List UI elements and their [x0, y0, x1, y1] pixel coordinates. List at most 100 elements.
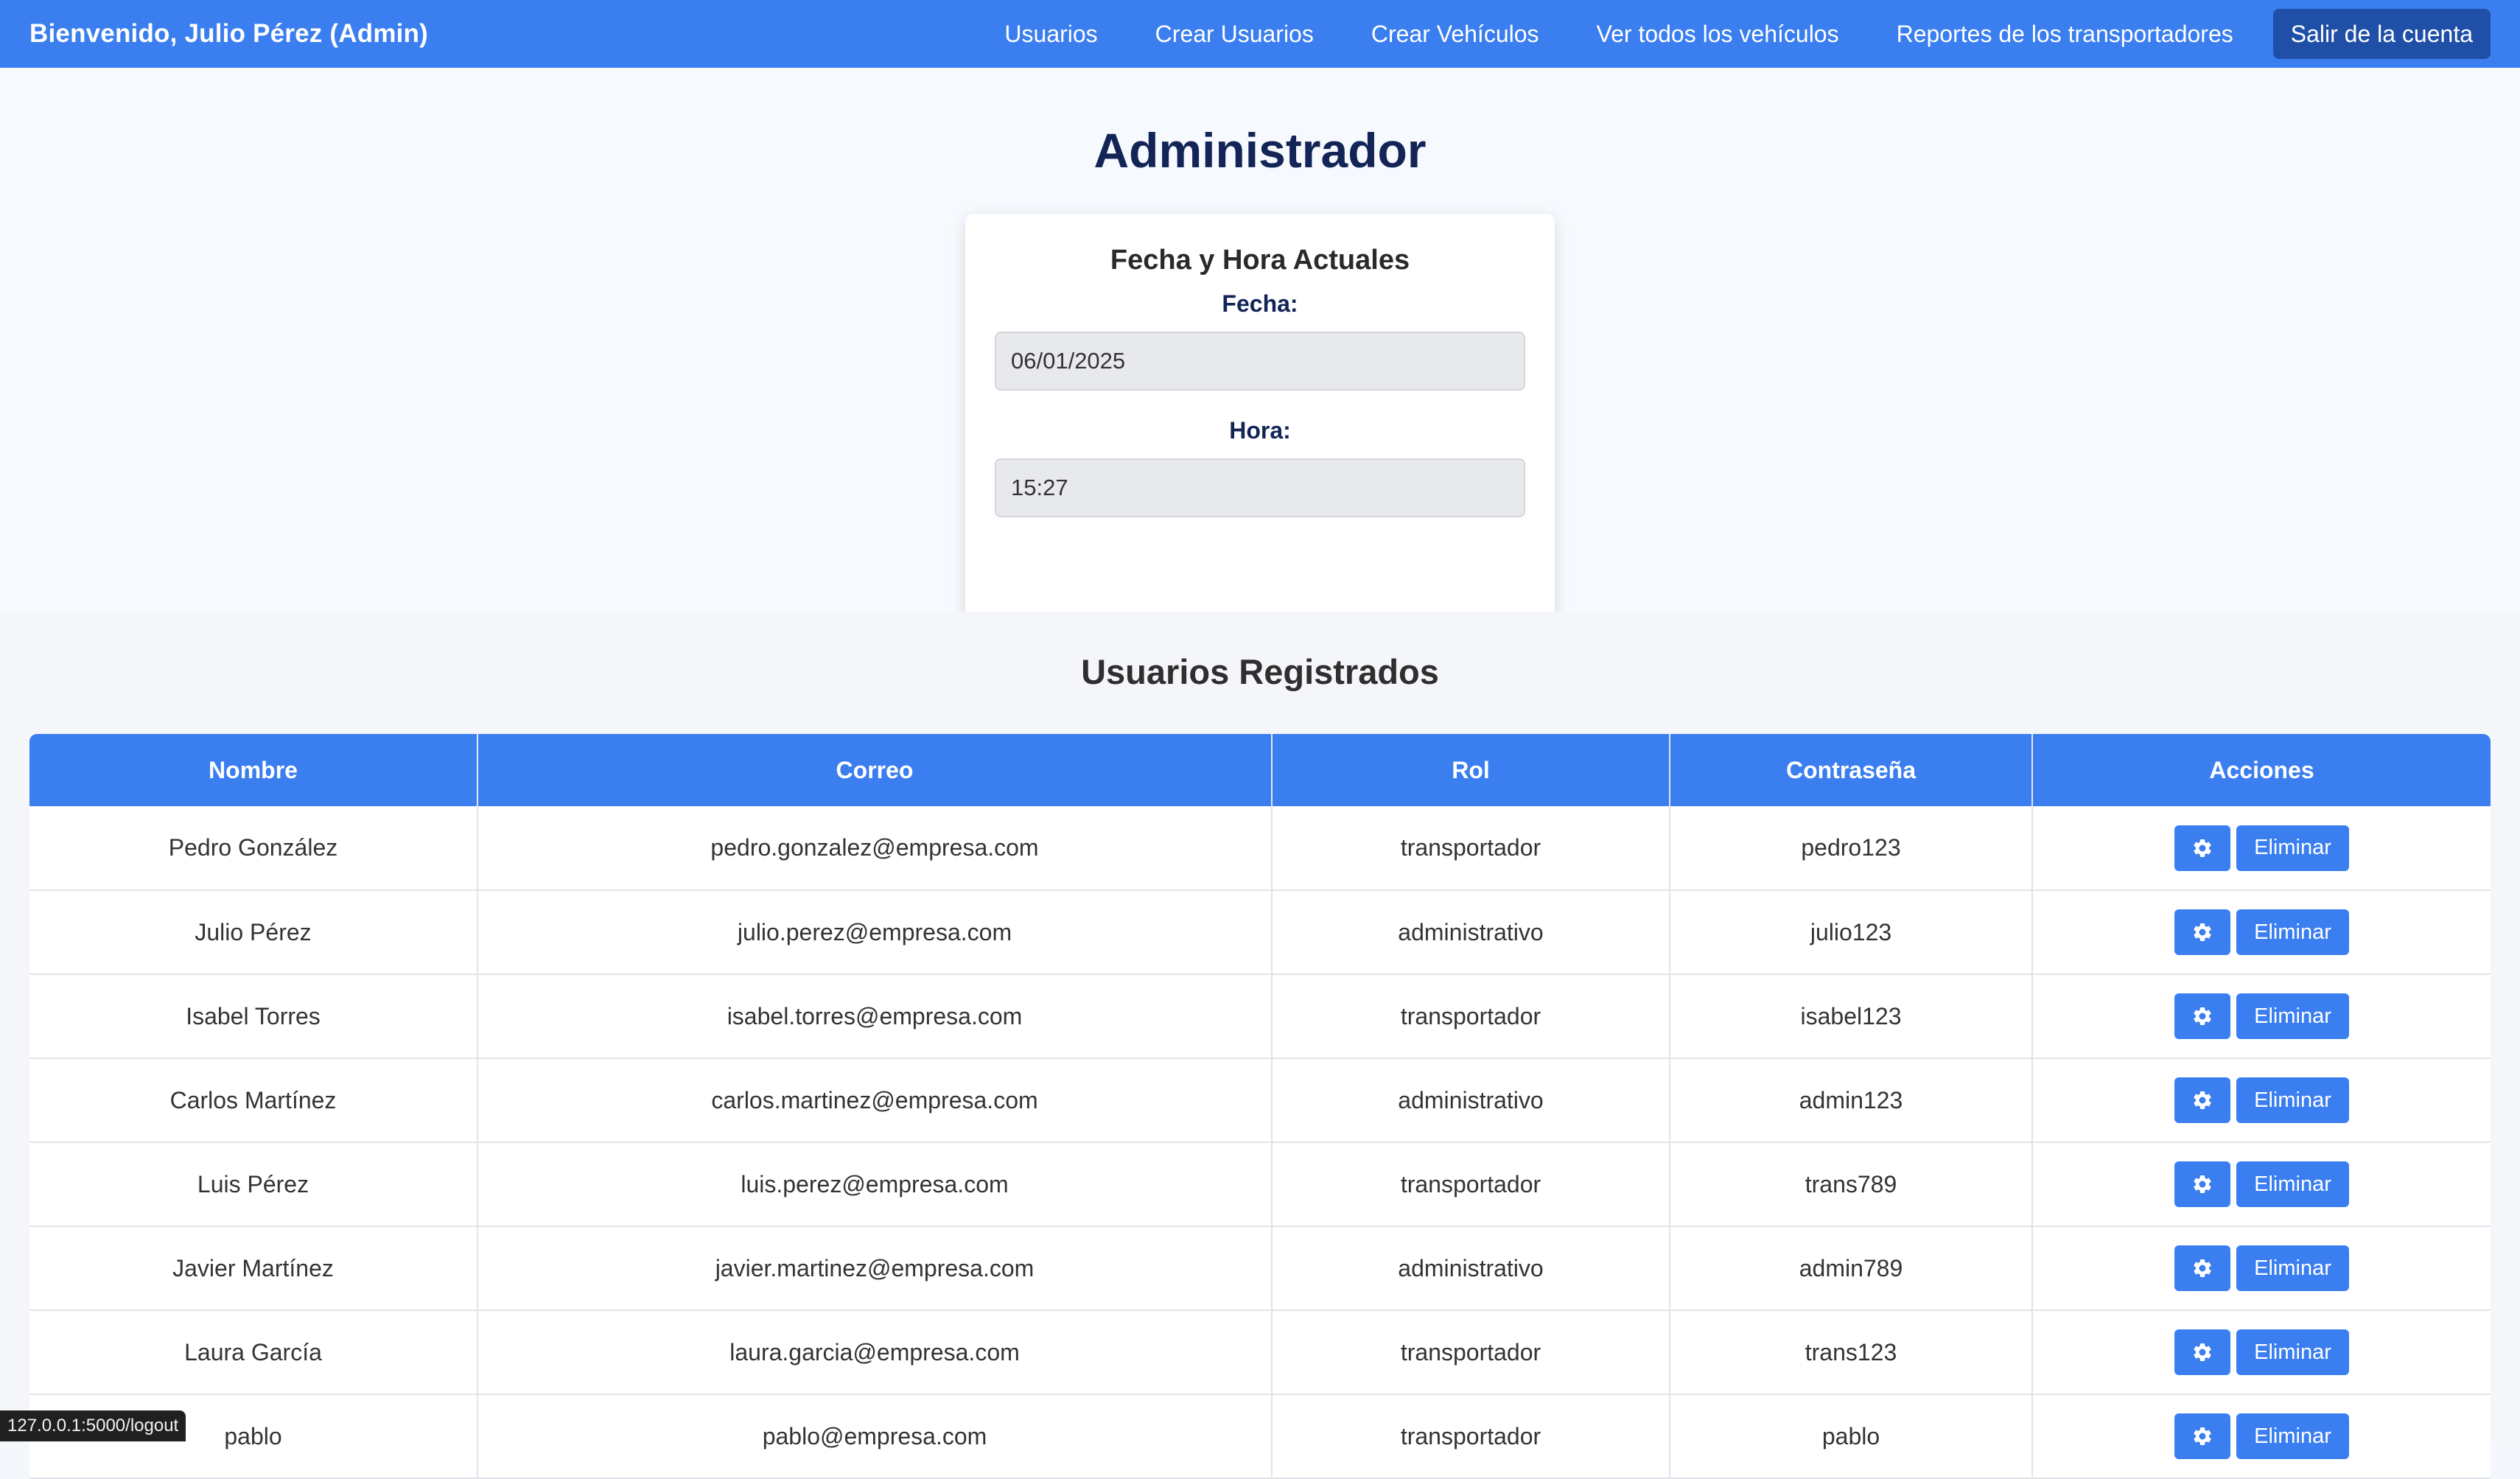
gear-icon [2194, 1007, 2211, 1025]
table-row: Carlos Martínez carlos.martinez@empresa.… [29, 1058, 2491, 1143]
user-actions-cell: Eliminar [2032, 1394, 2491, 1479]
page-title: Administrador [1093, 123, 1427, 178]
user-role-cell: administrativo [1272, 1058, 1670, 1143]
edit-user-button[interactable] [2174, 909, 2231, 955]
user-actions-cell: Eliminar [2032, 1310, 2491, 1395]
user-password-cell: pablo [1670, 1394, 2033, 1479]
gear-icon [2194, 1259, 2211, 1277]
nav-link-reportes[interactable]: Reportes de los transportadores [1897, 21, 2233, 48]
row-actions: Eliminar [2033, 909, 2491, 955]
user-name-cell: Isabel Torres [29, 974, 478, 1059]
column-header-contrasena: Contraseña [1670, 734, 2033, 806]
date-label: Fecha: [1222, 290, 1298, 317]
gear-icon [2194, 1175, 2211, 1193]
delete-user-button[interactable]: Eliminar [2236, 1077, 2349, 1123]
table-header-row: Nombre Correo Rol Contraseña Acciones [29, 734, 2491, 806]
date-field[interactable] [995, 332, 1525, 391]
datetime-card: Fecha y Hora Actuales Fecha: Hora: [965, 214, 1555, 638]
user-name-cell: Carlos Martínez [29, 1058, 478, 1143]
edit-user-button[interactable] [2174, 825, 2231, 871]
gear-icon [2194, 923, 2211, 941]
edit-user-button[interactable] [2174, 1161, 2231, 1207]
delete-user-button[interactable]: Eliminar [2236, 1245, 2349, 1291]
row-actions: Eliminar [2033, 1077, 2491, 1123]
table-row: Isabel Torres isabel.torres@empresa.com … [29, 974, 2491, 1059]
user-password-cell: admin123 [1670, 1058, 2033, 1143]
time-label: Hora: [1229, 417, 1291, 444]
users-section-title: Usuarios Registrados [1081, 652, 1439, 691]
delete-user-button[interactable]: Eliminar [2236, 1413, 2349, 1459]
nav-link-crear-vehiculos[interactable]: Crear Vehículos [1371, 21, 1539, 48]
user-email-cell: julio.perez@empresa.com [477, 890, 1273, 975]
row-actions: Eliminar [2033, 993, 2491, 1039]
user-name-cell: Pedro González [29, 806, 478, 891]
delete-user-button[interactable]: Eliminar [2236, 1161, 2349, 1207]
table-row: pablo pablo@empresa.com transportador pa… [29, 1394, 2491, 1479]
user-actions-cell: Eliminar [2032, 806, 2491, 891]
user-password-cell: trans789 [1670, 1142, 2033, 1227]
gear-icon [2194, 1343, 2211, 1361]
user-actions-cell: Eliminar [2032, 1058, 2491, 1143]
user-name-cell: Laura García [29, 1310, 478, 1395]
user-actions-cell: Eliminar [2032, 890, 2491, 975]
edit-user-button[interactable] [2174, 1077, 2231, 1123]
row-actions: Eliminar [2033, 1329, 2491, 1375]
user-role-cell: transportador [1272, 806, 1670, 891]
user-name-cell: Luis Pérez [29, 1142, 478, 1227]
table-row: Luis Pérez luis.perez@empresa.com transp… [29, 1142, 2491, 1227]
status-bar-url: 127.0.0.1:5000/logout [0, 1410, 186, 1441]
gear-icon [2194, 1427, 2211, 1445]
nav-link-crear-usuarios[interactable]: Crear Usuarios [1155, 21, 1314, 48]
top-navbar: Bienvenido, Julio Pérez (Admin) Usuarios… [0, 0, 2520, 68]
user-email-cell: carlos.martinez@empresa.com [477, 1058, 1273, 1143]
edit-user-button[interactable] [2174, 993, 2231, 1039]
welcome-brand: Bienvenido, Julio Pérez (Admin) [29, 19, 428, 48]
user-name-cell: Julio Pérez [29, 890, 478, 975]
user-password-cell: julio123 [1670, 890, 2033, 975]
hero-section: Administrador Fecha y Hora Actuales Fech… [0, 68, 2520, 638]
user-actions-cell: Eliminar [2032, 974, 2491, 1059]
gear-icon [2194, 1091, 2211, 1109]
user-email-cell: luis.perez@empresa.com [477, 1142, 1273, 1227]
user-role-cell: transportador [1272, 1310, 1670, 1395]
table-row: Javier Martínez javier.martinez@empresa.… [29, 1226, 2491, 1311]
user-email-cell: isabel.torres@empresa.com [477, 974, 1273, 1059]
column-header-correo: Correo [477, 734, 1273, 806]
nav-links: Usuarios Crear Usuarios Crear Vehículos … [1004, 9, 2491, 59]
user-role-cell: transportador [1272, 1142, 1670, 1227]
column-header-nombre: Nombre [29, 734, 478, 806]
delete-user-button[interactable]: Eliminar [2236, 1329, 2349, 1375]
users-table: Nombre Correo Rol Contraseña Acciones Pe… [29, 734, 2491, 1479]
user-password-cell: pedro123 [1670, 806, 2033, 891]
edit-user-button[interactable] [2174, 1245, 2231, 1291]
row-actions: Eliminar [2033, 1161, 2491, 1207]
row-actions: Eliminar [2033, 825, 2491, 871]
nav-link-ver-vehiculos[interactable]: Ver todos los vehículos [1597, 21, 1839, 48]
time-field[interactable] [995, 458, 1525, 517]
table-row: Laura García laura.garcia@empresa.com tr… [29, 1310, 2491, 1395]
edit-user-button[interactable] [2174, 1329, 2231, 1375]
gear-icon [2194, 839, 2211, 857]
user-email-cell: pedro.gonzalez@empresa.com [477, 806, 1273, 891]
user-role-cell: administrativo [1272, 1226, 1670, 1311]
logout-button[interactable]: Salir de la cuenta [2272, 9, 2491, 59]
edit-user-button[interactable] [2174, 1413, 2231, 1459]
delete-user-button[interactable]: Eliminar [2236, 825, 2349, 871]
table-row: Julio Pérez julio.perez@empresa.com admi… [29, 890, 2491, 975]
user-name-cell: Javier Martínez [29, 1226, 478, 1311]
users-section: Usuarios Registrados Nombre Correo Rol C… [0, 612, 2520, 1479]
user-password-cell: admin789 [1670, 1226, 2033, 1311]
user-actions-cell: Eliminar [2032, 1142, 2491, 1227]
user-email-cell: javier.martinez@empresa.com [477, 1226, 1273, 1311]
datetime-card-title: Fecha y Hora Actuales [1110, 245, 1410, 276]
user-email-cell: pablo@empresa.com [477, 1394, 1273, 1479]
user-role-cell: transportador [1272, 974, 1670, 1059]
column-header-acciones: Acciones [2032, 734, 2491, 806]
row-actions: Eliminar [2033, 1245, 2491, 1291]
users-table-body: Pedro González pedro.gonzalez@empresa.co… [29, 806, 2491, 1479]
nav-link-usuarios[interactable]: Usuarios [1004, 21, 1097, 48]
delete-user-button[interactable]: Eliminar [2236, 993, 2349, 1039]
delete-user-button[interactable]: Eliminar [2236, 909, 2349, 955]
user-password-cell: isabel123 [1670, 974, 2033, 1059]
table-row: Pedro González pedro.gonzalez@empresa.co… [29, 806, 2491, 891]
